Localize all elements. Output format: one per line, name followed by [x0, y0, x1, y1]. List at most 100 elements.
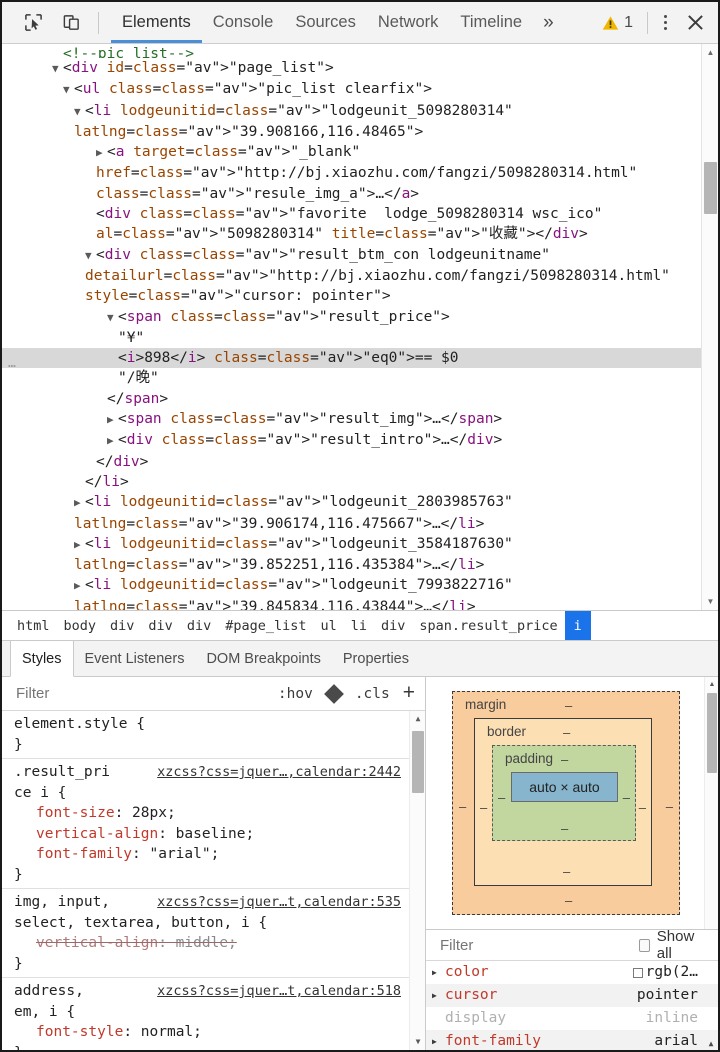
breadcrumb-item--page-list[interactable]: #page_list	[218, 611, 313, 640]
css-declaration[interactable]: font-style: normal;	[14, 1022, 401, 1043]
hov-button[interactable]: :hov	[271, 686, 320, 702]
expand-triangle-icon[interactable]	[63, 80, 74, 100]
breadcrumb-item-li[interactable]: li	[344, 611, 374, 640]
computed-property-row[interactable]: ▶display inline	[426, 1007, 718, 1030]
collapse-triangle-icon[interactable]	[74, 576, 85, 596]
dom-node-line[interactable]: <a target=class="av">"_blank" href=class…	[2, 142, 718, 204]
box-model-margin[interactable]: margin – – – – border – – – – padding –	[452, 691, 680, 915]
tab-sources[interactable]: Sources	[284, 2, 367, 43]
styles-scrollbar[interactable]: ▲ ▼	[409, 711, 425, 1050]
breadcrumb[interactable]: html body div div div #page_list ul li div span.r…	[2, 611, 718, 641]
expand-triangle-icon[interactable]	[107, 308, 118, 328]
dom-node-line[interactable]: <div id=class="av">"page_list">	[2, 58, 718, 79]
padding-bottom-value[interactable]: –	[561, 822, 568, 835]
css-selector[interactable]: element.style {	[14, 714, 145, 735]
tab-dom-breakpoints[interactable]: DOM Breakpoints	[195, 641, 331, 676]
dom-tree-panel[interactable]: <!--pic list--><div id=class="av">"page_…	[2, 44, 718, 611]
box-model-padding[interactable]: padding – – – – auto × auto	[492, 745, 636, 841]
dom-node-line[interactable]: <li lodgeunitid=class="av">"lodgeunit_28…	[2, 492, 718, 534]
show-all-checkbox[interactable]	[639, 938, 650, 952]
css-property[interactable]: font-family	[36, 846, 132, 862]
css-selector-continued[interactable]: em, i {	[14, 1002, 401, 1023]
tab-properties[interactable]: Properties	[332, 641, 420, 676]
css-declaration[interactable]: font-size: 28px;	[14, 803, 401, 824]
dom-node-selected[interactable]: … <i>898</i> class=class="av">"eq0">== $0	[2, 348, 718, 371]
collapse-triangle-icon[interactable]	[74, 493, 85, 513]
collapse-triangle-icon[interactable]	[96, 143, 107, 163]
dom-node-line[interactable]: <span class=class="av">"result_price">	[2, 307, 718, 328]
css-source-link[interactable]: xzcss?css=jquer…t,calendar:518	[157, 981, 401, 1002]
box-model-border[interactable]: border – – – – padding – – – – auto × au…	[474, 718, 652, 886]
inspect-element-icon[interactable]	[18, 9, 48, 37]
breadcrumb-item-div[interactable]: div	[374, 611, 412, 640]
css-property[interactable]: vertical-align	[36, 826, 158, 842]
css-source-link[interactable]: xzcss?css=jquer…t,calendar:535	[157, 892, 401, 913]
computed-property-row[interactable]: ▶ font-family arial	[426, 1030, 718, 1050]
dom-node-line[interactable]: <span class=class="av">"result_img">…</s…	[2, 409, 718, 430]
css-value[interactable]: : "arial";	[132, 846, 219, 862]
css-declaration[interactable]: vertical-align: baseline;	[14, 824, 401, 845]
css-declaration[interactable]: font-family: "arial";	[14, 844, 401, 865]
css-selector[interactable]: .result_pri	[14, 762, 110, 783]
computed-property-row[interactable]: ▶ color rgb(2…	[426, 961, 718, 984]
scrollbar-thumb[interactable]	[704, 162, 717, 214]
margin-bottom-value[interactable]: –	[565, 894, 572, 907]
padding-top-value[interactable]: –	[561, 753, 568, 766]
computed-scroll-down-arrow[interactable]: ▲	[704, 1036, 718, 1050]
box-model-content[interactable]: auto × auto	[511, 772, 618, 802]
tab-timeline[interactable]: Timeline	[449, 2, 533, 43]
tab-elements[interactable]: Elements	[111, 2, 202, 43]
expand-triangle-icon[interactable]: ▶	[432, 1032, 441, 1050]
tab-styles[interactable]: Styles	[10, 641, 74, 677]
tab-network[interactable]: Network	[367, 2, 450, 43]
breadcrumb-item-div[interactable]: div	[180, 611, 218, 640]
color-swatch-icon[interactable]	[632, 967, 643, 978]
dom-node-line[interactable]: <div class=class="av">"result_btm_con lo…	[2, 245, 718, 307]
dom-scrollbar[interactable]: ▲ ▼	[701, 44, 718, 610]
padding-right-value[interactable]: –	[623, 791, 630, 804]
dom-node-line[interactable]: <div class=class="av">"result_intro">…</…	[2, 430, 718, 451]
dom-node-line[interactable]: </span>	[2, 389, 718, 409]
computed-filter-input[interactable]	[440, 936, 639, 954]
dom-node-line[interactable]: "/晚"	[2, 368, 718, 388]
collapse-triangle-icon[interactable]	[74, 535, 85, 555]
expand-triangle-icon[interactable]	[74, 102, 85, 122]
computed-property-row[interactable]: ▶ cursor pointer	[426, 984, 718, 1007]
css-selector[interactable]: address,	[14, 981, 84, 1002]
css-selector-continued[interactable]: ce i {	[14, 783, 401, 804]
css-selector[interactable]: img, input,	[14, 892, 110, 913]
css-declaration[interactable]: vertical-align: middle;	[14, 933, 401, 954]
collapse-triangle-icon[interactable]	[107, 410, 118, 430]
styles-scrollbar-thumb[interactable]	[412, 731, 424, 793]
dom-node-line[interactable]: <!--pic list-->	[2, 44, 718, 58]
border-bottom-value[interactable]: –	[563, 865, 570, 878]
expand-triangle-icon[interactable]	[85, 246, 96, 266]
breadcrumb-item-body[interactable]: body	[57, 611, 104, 640]
box-model-scrollbar-thumb[interactable]	[707, 693, 717, 773]
scroll-down-arrow[interactable]: ▼	[702, 593, 718, 610]
border-top-value[interactable]: –	[563, 726, 570, 739]
dom-node-line[interactable]: </div>	[2, 452, 718, 472]
collapse-triangle-icon[interactable]	[107, 431, 118, 451]
css-value[interactable]: : middle;	[158, 935, 237, 951]
css-rules-list[interactable]: element.style {} .result_pri xzcss?css=jqu…	[2, 711, 425, 1050]
breadcrumb-item-div[interactable]: div	[141, 611, 179, 640]
dom-node-line[interactable]: <li lodgeunitid=class="av">"lodgeunit_35…	[2, 534, 718, 576]
breadcrumb-item-ul[interactable]: ul	[313, 611, 343, 640]
box-model-scrollbar[interactable]: ▲	[704, 677, 718, 929]
breadcrumb-item-span-result-price[interactable]: span.result_price	[412, 611, 564, 640]
styles-scroll-down-arrow[interactable]: ▼	[410, 1034, 425, 1050]
css-rule[interactable]: address, xzcss?css=jquer…t,calendar:518 em…	[2, 978, 425, 1050]
dom-node-line[interactable]: <li lodgeunitid=class="av">"lodgeunit_50…	[2, 101, 718, 143]
css-rule[interactable]: .result_pri xzcss?css=jquer…,calendar:244…	[2, 759, 425, 889]
css-rule[interactable]: img, input, xzcss?css=jquer…t,calendar:53…	[2, 889, 425, 978]
css-value[interactable]: : 28px;	[115, 805, 176, 821]
css-value[interactable]: : baseline;	[158, 826, 254, 842]
tab-event-listeners[interactable]: Event Listeners	[74, 641, 196, 676]
breadcrumb-item-html[interactable]: html	[10, 611, 57, 640]
dom-node-line[interactable]: "¥"	[2, 328, 718, 348]
css-selector-continued[interactable]: select, textarea, button, i {	[14, 913, 401, 934]
dom-node-line[interactable]: </li>	[2, 472, 718, 492]
breadcrumb-item-i[interactable]: i	[564, 611, 591, 640]
expand-triangle-icon[interactable]: ▶	[432, 986, 441, 1005]
